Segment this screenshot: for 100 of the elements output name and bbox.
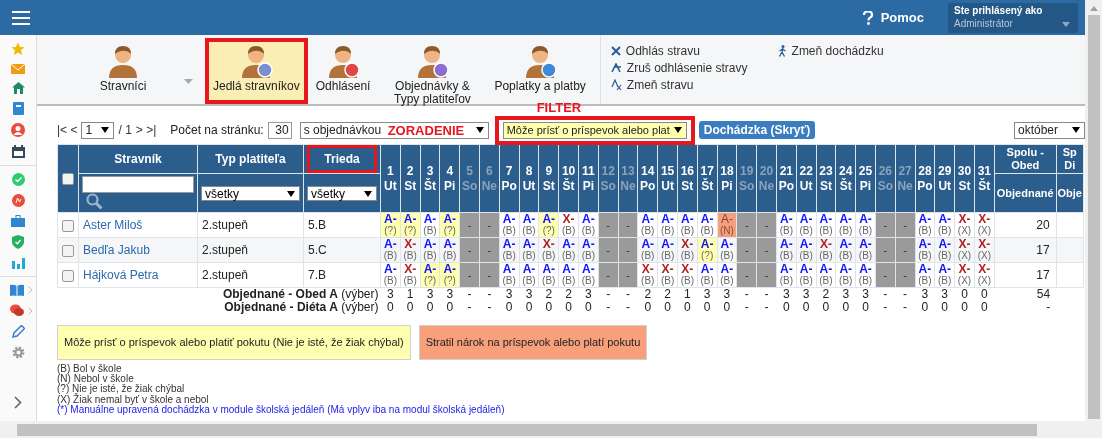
month-select[interactable]: október bbox=[1014, 121, 1085, 139]
total-label: Objednané - Diéta A (výber) bbox=[224, 300, 380, 314]
day-cell[interactable]: A- (B) bbox=[519, 212, 539, 238]
calendar-icon[interactable] bbox=[11, 145, 25, 158]
total-cell: - bbox=[736, 287, 757, 301]
checkbox[interactable] bbox=[62, 219, 74, 232]
day-cell[interactable]: A- (B) bbox=[578, 212, 599, 238]
day-cell[interactable]: A- (B) bbox=[578, 262, 599, 288]
day-cell[interactable]: X- (B) bbox=[637, 262, 658, 288]
day-cell[interactable]: X- (X) bbox=[974, 212, 995, 238]
horizontal-scrollbar[interactable] bbox=[0, 421, 1102, 438]
day-cell[interactable]: A- (B) bbox=[499, 212, 520, 238]
filter-select[interactable]: Môže prísť o príspevok alebo plat bbox=[502, 121, 687, 139]
per-page-field[interactable]: 30 bbox=[267, 121, 292, 139]
shield-icon[interactable] bbox=[12, 235, 24, 249]
filter-select[interactable]: všetky bbox=[201, 186, 300, 201]
settings-icon[interactable] bbox=[11, 346, 25, 359]
day-cell[interactable]: A- (B) bbox=[816, 212, 836, 238]
open-book-icon[interactable] bbox=[10, 284, 24, 296]
day-cell[interactable]: X- (B) bbox=[400, 262, 421, 288]
home-icon[interactable] bbox=[11, 82, 25, 94]
day-cell[interactable]: A- (B) bbox=[934, 212, 955, 238]
annotation-label: ZORADENIE bbox=[387, 122, 465, 138]
day-cell[interactable]: A- (B) bbox=[796, 212, 817, 238]
day-cell[interactable]: X- (X) bbox=[954, 212, 975, 238]
day-header: 4 Pi bbox=[439, 144, 460, 213]
day-cell[interactable]: A- (B) bbox=[657, 212, 678, 238]
toolbar-button[interactable]: Objednávky & Typy platiteľov bbox=[378, 38, 487, 104]
action-link[interactable]: Odhlás stravu bbox=[610, 42, 748, 59]
total-cell: 3 bbox=[776, 287, 797, 301]
search-field[interactable] bbox=[82, 176, 194, 193]
day-cell[interactable]: X- (X) bbox=[954, 262, 975, 288]
action-link[interactable]: Zmeň dochádzku bbox=[777, 42, 884, 59]
action-link[interactable]: Zmeň stravu bbox=[610, 76, 748, 93]
total-cell-text: 0 bbox=[920, 300, 930, 314]
day-cell[interactable]: A- (B) bbox=[538, 262, 559, 288]
day-cell[interactable]: A- (B) bbox=[637, 212, 658, 238]
day-cell[interactable]: A- (B) bbox=[519, 262, 539, 288]
attendance-button[interactable]: Dochádzka (Skryť) bbox=[698, 121, 816, 139]
action-link[interactable]: Zruš odhlásenie stravy bbox=[610, 59, 748, 76]
day-cell[interactable]: X- (B) bbox=[677, 262, 698, 288]
day-cell[interactable]: A- (B) bbox=[776, 212, 797, 238]
help-icon[interactable] bbox=[862, 10, 873, 25]
checkbox[interactable] bbox=[62, 244, 74, 257]
day-cell[interactable]: A- (B) bbox=[816, 262, 836, 288]
scrollbar-thumb[interactable] bbox=[17, 423, 1037, 436]
page-select[interactable]: 1 bbox=[81, 121, 115, 139]
bar-chart-icon[interactable] bbox=[11, 257, 25, 269]
total-cell-text: 0 bbox=[405, 300, 415, 314]
day-cell[interactable]: A- (B) bbox=[499, 262, 520, 288]
check-icon[interactable] bbox=[11, 173, 25, 186]
menu-icon[interactable] bbox=[12, 10, 30, 25]
circle-icon[interactable] bbox=[11, 194, 25, 207]
star-icon[interactable] bbox=[11, 42, 25, 56]
help-link[interactable]: Pomoc bbox=[880, 10, 924, 25]
total-cell: 3 bbox=[380, 287, 401, 301]
day-cell[interactable]: A- (B) bbox=[915, 262, 935, 288]
day-header: 17 Št bbox=[697, 144, 718, 213]
day-cell[interactable]: A- (B) bbox=[835, 212, 856, 238]
checkbox[interactable] bbox=[62, 173, 74, 186]
day-cell[interactable]: X- (B) bbox=[657, 262, 678, 288]
pen-icon[interactable] bbox=[11, 325, 25, 338]
day-cell[interactable]: A- (B) bbox=[420, 212, 440, 238]
day-cell[interactable]: A- (B) bbox=[835, 262, 856, 288]
day-cell[interactable]: A- (B) bbox=[697, 212, 718, 238]
day-cell[interactable]: A- (B) bbox=[915, 212, 935, 238]
envelope-icon[interactable] bbox=[11, 64, 25, 74]
search-icon[interactable] bbox=[86, 193, 103, 210]
day-cell[interactable]: A- (B) bbox=[796, 262, 817, 288]
briefcase-icon[interactable] bbox=[11, 215, 25, 227]
chat-icon[interactable] bbox=[10, 304, 24, 317]
filter-select[interactable]: všetky bbox=[307, 186, 377, 201]
day-cell[interactable]: A- (B) bbox=[934, 262, 955, 288]
total-cell: 3 bbox=[499, 287, 520, 301]
day-cell[interactable]: A- (B) bbox=[697, 262, 718, 288]
day-cell[interactable]: X- (X) bbox=[974, 262, 995, 288]
person-icon[interactable] bbox=[11, 123, 25, 137]
undo-icon bbox=[610, 62, 622, 73]
day-cell[interactable]: A- (B) bbox=[855, 212, 876, 238]
day-cell[interactable]: A- (B) bbox=[558, 262, 579, 288]
checkbox[interactable] bbox=[62, 269, 74, 282]
scroll-up-icon[interactable] bbox=[1089, 6, 1098, 11]
day-cell[interactable]: A- (B) bbox=[717, 262, 737, 288]
vertical-scrollbar[interactable] bbox=[1085, 0, 1102, 421]
scrollbar-thumb[interactable] bbox=[1087, 15, 1100, 419]
day-cell[interactable]: X- (B) bbox=[558, 212, 579, 238]
toolbar-button[interactable]: Stravníci bbox=[77, 38, 205, 104]
user-menu[interactable]: Ste prihlásený ako Administrátor bbox=[948, 2, 1078, 33]
day-cell[interactable]: A- (B) bbox=[855, 262, 876, 288]
chevron-right-icon[interactable] bbox=[14, 396, 22, 409]
day-cell[interactable]: A- (B) bbox=[677, 212, 698, 238]
first-prev-link[interactable]: |< < bbox=[57, 123, 78, 137]
day-cell[interactable]: A- (B) bbox=[380, 262, 401, 288]
day-cell[interactable]: A- (B) bbox=[776, 262, 797, 288]
total-cell-text: - bbox=[902, 300, 909, 314]
toolbar-button[interactable]: Jedlá stravníkov bbox=[205, 38, 308, 104]
next-last-link[interactable]: > >| bbox=[135, 123, 157, 137]
column-header[interactable]: Trieda bbox=[307, 145, 377, 173]
book-icon[interactable] bbox=[12, 102, 24, 115]
toolbar-button[interactable]: Odhlásení bbox=[307, 38, 379, 104]
